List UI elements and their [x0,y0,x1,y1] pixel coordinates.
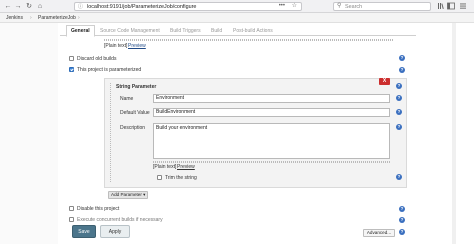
disable-project-checkbox[interactable] [69,206,74,211]
reload-icon[interactable]: ↻ [25,2,33,11]
back-icon[interactable]: ← [4,2,12,11]
browser-search-box[interactable]: ⚲ Search [333,2,431,11]
tab-build[interactable]: Build [211,26,222,36]
help-icon[interactable]: ? [396,124,402,130]
breadcrumb-separator: › [30,15,32,21]
breadcrumb-jenkins[interactable]: Jenkins [6,15,23,21]
advanced-button[interactable]: Advanced... [363,229,395,237]
preview-link[interactable]: Preview [128,43,146,49]
help-icon[interactable]: ? [399,55,405,61]
address-bar[interactable]: ⓘ localhost:9191/job/ParameterizeJob/con… [74,2,302,11]
help-icon[interactable]: ? [396,109,402,115]
parameterized-checkbox[interactable] [69,67,74,72]
string-parameter-panel: X String Parameter Name Environment Defa… [104,78,407,188]
disable-project-label: Disable this project [77,206,120,212]
help-icon[interactable]: ? [399,67,405,73]
left-gutter [0,23,58,244]
desc-plain-text-label: [Plain text] [153,164,177,170]
parameterized-label: This project is parameterized [77,67,142,73]
tab-build-triggers[interactable]: Build Triggers [170,26,201,36]
save-button[interactable]: Save [72,225,96,238]
breadcrumb-job[interactable]: ParameterizeJob [38,15,76,21]
page-actions-icon[interactable]: ••• [279,3,285,10]
home-icon[interactable]: ⌂ [36,2,44,11]
breadcrumb-separator: › [78,15,80,21]
help-icon[interactable]: ? [396,174,402,180]
name-label: Name [120,96,134,102]
textarea-resize-grip[interactable] [104,39,394,41]
forward-icon[interactable]: → [14,2,22,11]
desc-preview-link[interactable]: Preview [177,164,195,170]
trim-string-checkbox[interactable] [157,175,162,180]
address-url[interactable]: localhost:9191/job/ParameterizeJob/confi… [87,4,196,10]
config-form: [Plain text] Preview Discard old builds … [60,36,416,244]
help-icon[interactable]: ? [399,217,405,223]
breadcrumb: Jenkins › ParameterizeJob › [0,13,474,23]
search-placeholder: Search [345,4,363,10]
name-input[interactable]: Environment [153,94,390,103]
description-resize-grip[interactable] [153,161,390,163]
library-icon[interactable] [437,2,445,13]
apply-button[interactable]: Apply [100,225,130,238]
tab-source-code-management[interactable]: Source Code Management [100,26,160,36]
default-value-input[interactable]: BuildEnvironment [153,108,390,117]
concurrent-builds-checkbox[interactable] [69,217,74,222]
concurrent-builds-label: Execute concurrent builds if necessary [77,217,163,223]
discard-old-builds-label: Discard old builds [77,56,117,62]
discard-old-builds-checkbox[interactable] [69,56,74,61]
bookmark-star-icon[interactable]: ☆ [292,3,297,10]
tab-post-build-actions[interactable]: Post-build Actions [233,26,273,36]
search-icon: ⚲ [337,3,342,9]
menu-icon[interactable] [459,2,467,13]
drag-handle[interactable] [110,83,111,183]
string-parameter-title: String Parameter [116,84,157,90]
browser-toolbar: ← → ↻ ⌂ ⓘ localhost:9191/job/Parameteriz… [0,0,474,13]
description-textarea[interactable]: Build your environment [153,123,390,159]
add-parameter-button[interactable]: Add Parameter ▾ [108,191,149,199]
sidebar-icon[interactable] [447,2,455,13]
page-scrollbar[interactable] [452,23,456,244]
help-icon[interactable]: ? [399,229,405,235]
help-icon[interactable]: ? [396,95,402,101]
help-icon[interactable]: ? [396,83,402,89]
description-label: Description [120,125,146,131]
site-info-icon[interactable]: ⓘ [78,4,83,10]
default-value-label: Default Value [120,110,150,116]
help-icon[interactable]: ? [399,206,405,212]
trim-string-label: Trim the string [165,175,197,181]
plain-text-label: [Plain text] [104,43,128,49]
delete-parameter-button[interactable]: X [379,78,390,85]
config-tab-bar: General Source Code Management Build Tri… [60,24,416,37]
